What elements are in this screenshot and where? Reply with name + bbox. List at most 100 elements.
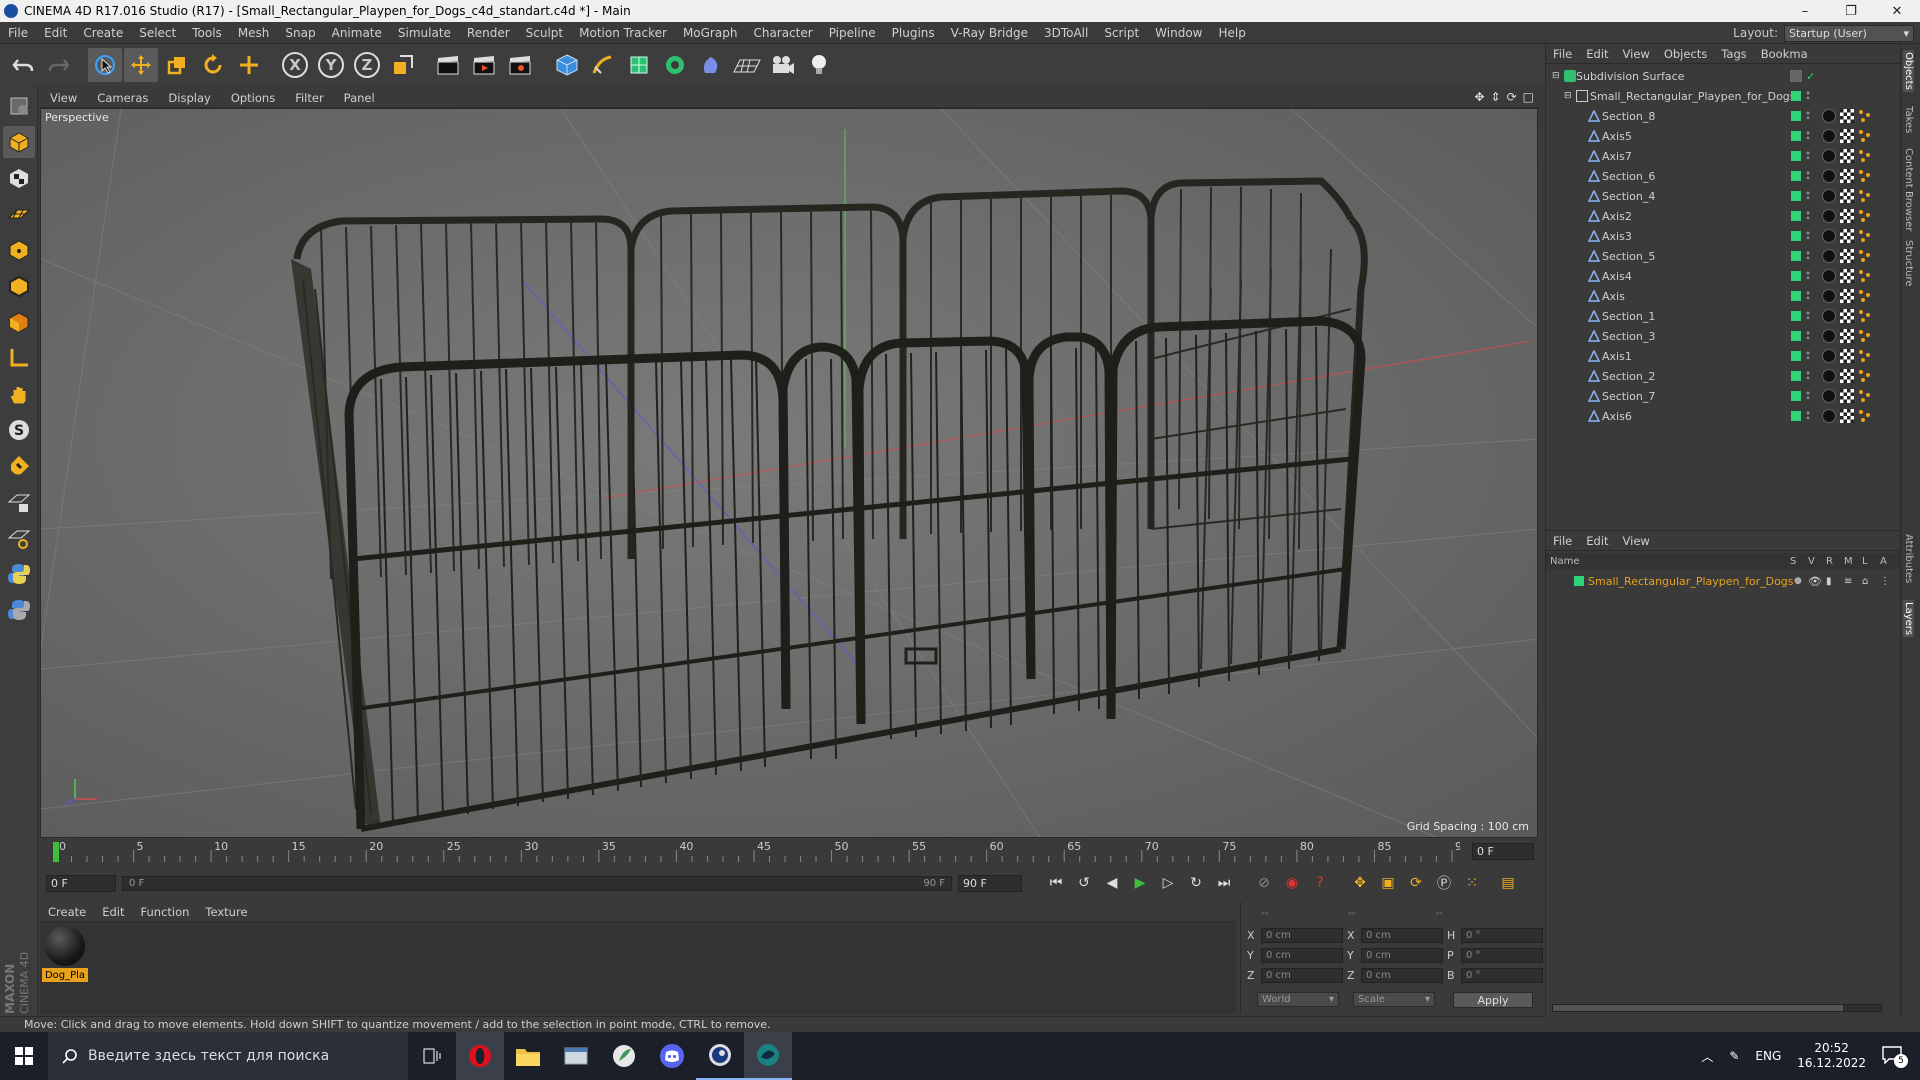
axis-mode-button[interactable] (3, 342, 35, 374)
menu-create[interactable]: Create (75, 26, 131, 40)
key-parameter-button[interactable]: Ⓟ (1432, 871, 1456, 895)
layer-menu-edit[interactable]: Edit (1579, 534, 1615, 548)
object-row-axis[interactable]: Axis1 (1546, 346, 1901, 366)
menu-script[interactable]: Script (1096, 26, 1147, 40)
material-menu-create[interactable]: Create (40, 905, 94, 919)
object-row[interactable]: ⊟ Small_Rectangular_Playpen_for_Dogs (1546, 86, 1901, 106)
texture-mode-button[interactable] (3, 162, 35, 194)
menu-sculpt[interactable]: Sculpt (518, 26, 571, 40)
manager-toggle-icon[interactable]: ≡ (1844, 576, 1852, 587)
object-row-axis[interactable]: Axis3 (1546, 226, 1901, 246)
visibility-dots-icon[interactable] (1806, 271, 1810, 279)
vertex-map-tag-icon[interactable] (1858, 269, 1872, 283)
layer-color-tag[interactable] (1791, 211, 1801, 221)
object-row-axis[interactable]: Axis5 (1546, 126, 1901, 146)
playhead-marker[interactable] (53, 842, 59, 862)
rot-p-field[interactable]: 0 ° (1461, 948, 1543, 963)
material-menu-texture[interactable]: Texture (197, 905, 255, 919)
camera-button[interactable] (766, 48, 800, 82)
taskbar-search-box[interactable]: Введите здесь текст для поиска (48, 1032, 408, 1080)
material-menu-function[interactable]: Function (133, 905, 198, 919)
light-button[interactable] (802, 48, 836, 82)
eye-icon[interactable]: 👁 (1808, 575, 1822, 588)
visibility-dots-icon[interactable] (1806, 111, 1810, 119)
object-row[interactable]: ⊟ Subdivision Surface ✓ (1546, 66, 1901, 86)
scale-tool-button[interactable] (160, 48, 194, 82)
render-toggle-icon[interactable]: ▮ (1826, 576, 1832, 587)
make-editable-button[interactable] (3, 90, 35, 122)
visibility-dots-icon[interactable] (1806, 151, 1810, 159)
pos-x-field[interactable]: 0 cm (1261, 928, 1343, 943)
viewport-menu-cameras[interactable]: Cameras (87, 91, 158, 105)
menu-file[interactable]: File (0, 26, 36, 40)
object-row-axis[interactable]: Section_5 (1546, 246, 1901, 266)
prev-key-button[interactable]: ↺ (1072, 871, 1096, 895)
vertex-map-tag-icon[interactable] (1858, 369, 1872, 383)
menu-animate[interactable]: Animate (324, 26, 390, 40)
lock-workplane-button[interactable] (3, 486, 35, 518)
viewport-menu-panel[interactable]: Panel (334, 91, 385, 105)
size-y-field[interactable]: 0 cm (1361, 948, 1443, 963)
visibility-dots-icon[interactable] (1806, 171, 1810, 179)
pos-y-field[interactable]: 0 cm (1261, 948, 1343, 963)
layer-tag-icon[interactable] (1790, 70, 1802, 82)
side-tab-content-browser[interactable]: Content Browser (1903, 148, 1914, 231)
vertex-map-tag-icon[interactable] (1858, 109, 1872, 123)
timeline-ruler[interactable]: 0 5 10 15 20 25 30 35 40 45 50 55 60 65 70 75 80 85 90 0 F (40, 838, 1540, 866)
layer-color-tag[interactable] (1791, 91, 1801, 101)
layer-color-tag[interactable] (1791, 191, 1801, 201)
render-settings-button[interactable] (504, 48, 538, 82)
menu-motion-tracker[interactable]: Motion Tracker (571, 26, 675, 40)
taskbar-discord[interactable] (648, 1032, 696, 1080)
texture-tag-icon[interactable] (1840, 229, 1854, 243)
frame-range-slider[interactable]: 0 F 90 F (122, 875, 952, 891)
rotate-view-icon[interactable]: ⟳ (1507, 90, 1517, 104)
side-tab-objects[interactable]: Objects (1903, 50, 1914, 92)
texture-tag-icon[interactable] (1840, 109, 1854, 123)
visibility-dots-icon[interactable] (1806, 291, 1810, 299)
menu-vray-bridge[interactable]: V-Ray Bridge (943, 26, 1036, 40)
next-frame-button[interactable]: ▷ (1156, 871, 1180, 895)
y-axis-lock-button[interactable]: Y (314, 48, 348, 82)
texture-tag-icon[interactable] (1840, 169, 1854, 183)
object-row-axis[interactable]: Axis (1546, 286, 1901, 306)
texture-tag-icon[interactable] (1840, 129, 1854, 143)
rot-h-field[interactable]: 0 ° (1461, 928, 1543, 943)
polygons-mode-button[interactable] (3, 306, 35, 338)
layer-scrollbar-thumb[interactable] (1553, 1005, 1843, 1011)
side-tab-layers[interactable]: Layers (1903, 600, 1914, 638)
notifications-button[interactable]: 5 (1882, 1046, 1908, 1068)
side-tab-structure[interactable]: Structure (1903, 240, 1914, 287)
vertex-map-tag-icon[interactable] (1858, 169, 1872, 183)
minimize-button[interactable]: – (1782, 0, 1828, 22)
visibility-dots-icon[interactable] (1806, 391, 1810, 399)
size-z-field[interactable]: 0 cm (1361, 968, 1443, 983)
maximize-view-icon[interactable]: □ (1523, 90, 1534, 104)
material-tag-icon[interactable] (1822, 149, 1836, 163)
rotate-tool-button[interactable] (196, 48, 230, 82)
pen-tray-icon[interactable]: ✎ (1729, 1049, 1739, 1063)
obj-menu-objects[interactable]: Objects (1657, 47, 1714, 61)
material-tag-icon[interactable] (1822, 389, 1836, 403)
spline-pen-button[interactable] (586, 48, 620, 82)
visibility-dots-icon[interactable] (1806, 371, 1810, 379)
menu-plugins[interactable]: Plugins (884, 26, 943, 40)
material-item[interactable]: Dog_Pla (42, 926, 88, 982)
undo-button[interactable] (6, 48, 40, 82)
render-view-button[interactable] (432, 48, 466, 82)
vertex-map-tag-icon[interactable] (1858, 289, 1872, 303)
z-axis-lock-button[interactable]: Z (350, 48, 384, 82)
layout-select[interactable]: Startup (User) ▾ (1784, 24, 1914, 42)
start-frame-field[interactable]: 0 F (46, 874, 116, 892)
material-tag-icon[interactable] (1822, 249, 1836, 263)
vertex-map-tag-icon[interactable] (1858, 149, 1872, 163)
layer-color-tag[interactable] (1791, 371, 1801, 381)
clock[interactable]: 20:52 16.12.2022 (1797, 1041, 1866, 1071)
key-scale-button[interactable]: ▣ (1376, 871, 1400, 895)
vertex-map-tag-icon[interactable] (1858, 349, 1872, 363)
vertex-map-tag-icon[interactable] (1858, 229, 1872, 243)
layer-color-tag[interactable] (1791, 271, 1801, 281)
texture-tag-icon[interactable] (1840, 209, 1854, 223)
obj-menu-file[interactable]: File (1546, 47, 1579, 61)
layer-color-tag[interactable] (1791, 311, 1801, 321)
